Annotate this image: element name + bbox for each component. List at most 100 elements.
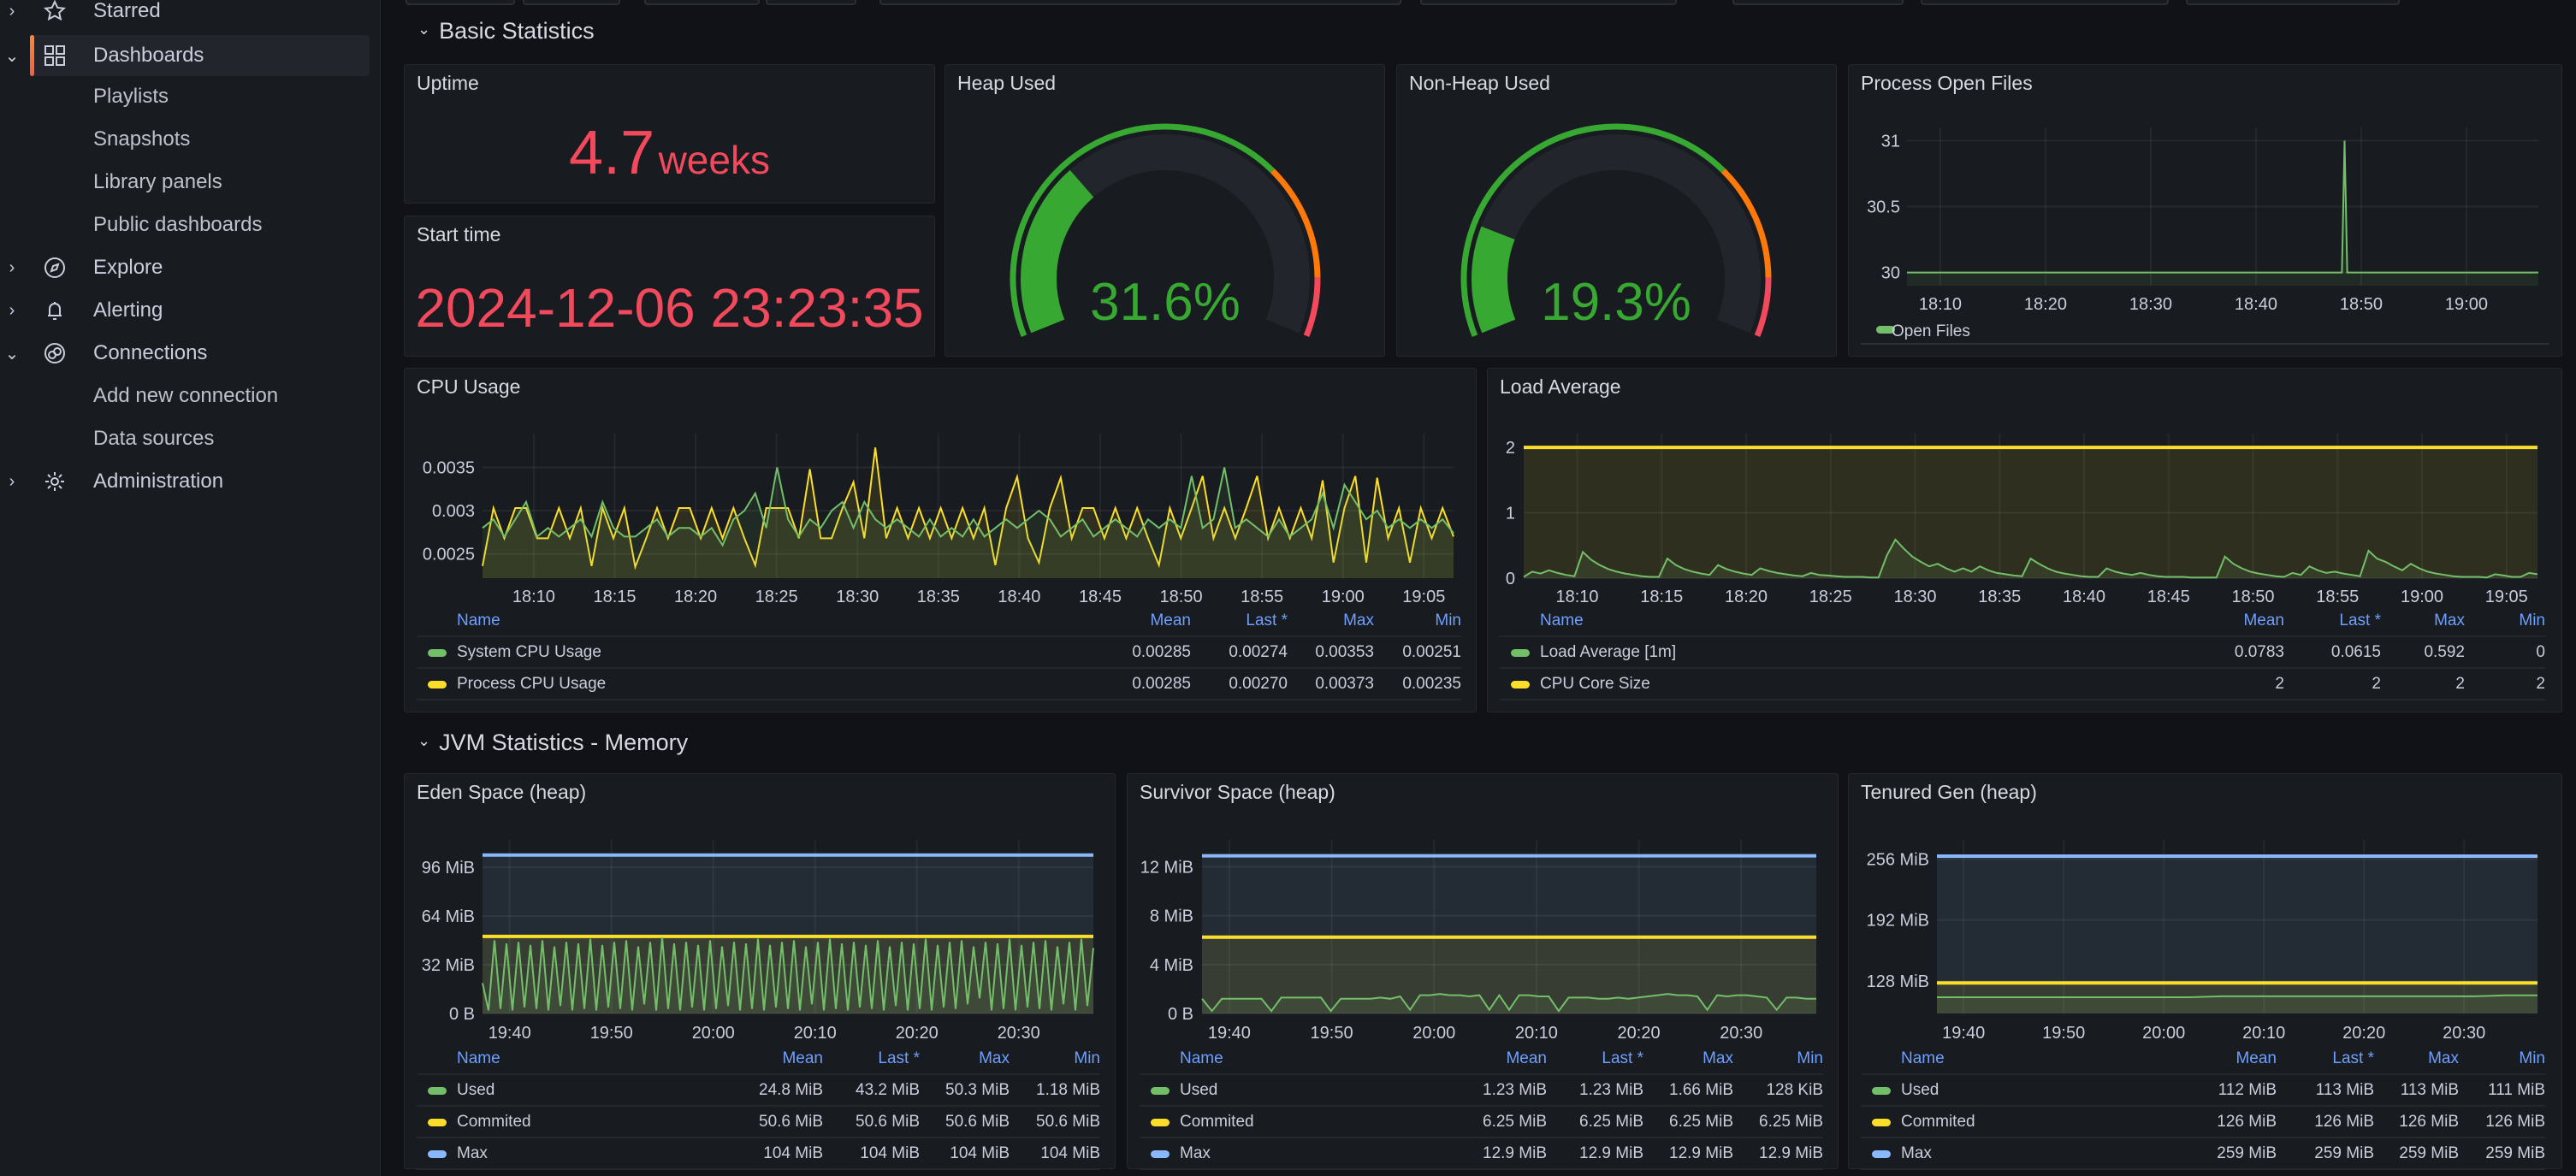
sidebar-item-starred[interactable]: › Starred xyxy=(0,0,376,32)
chevron-right-icon[interactable]: › xyxy=(3,472,21,492)
legend-series-name[interactable]: Load Average [1m] xyxy=(1500,643,2173,662)
legend-series-name[interactable]: Max xyxy=(1861,1144,2165,1163)
sidebar-item-label: Explore xyxy=(93,256,163,279)
chevron-down-icon: ⌄ xyxy=(417,20,431,38)
legend-column-max[interactable]: Max xyxy=(1288,612,1374,630)
chevron-right-icon[interactable]: › xyxy=(3,2,21,21)
legend-row[interactable]: Max 12.9 MiB 12.9 MiB 12.9 MiB 12.9 MiB xyxy=(1140,1138,1823,1170)
legend-row[interactable]: Process CPU Usage 0.00285 0.00270 0.00373 0.… xyxy=(417,669,1461,700)
variable-selector[interactable] xyxy=(406,0,515,5)
legend-stat: 50.6 MiB xyxy=(945,1112,1010,1131)
sidebar-item-snapshots[interactable]: Snapshots xyxy=(0,119,376,160)
legend-series-name[interactable]: Commited xyxy=(1861,1113,2165,1132)
legend-row[interactable]: Max 259 MiB 259 MiB 259 MiB 259 MiB xyxy=(1861,1138,2545,1170)
legend-marker xyxy=(1872,1149,1891,1158)
stat-unit: weeks xyxy=(658,138,770,182)
sidebar-item-playlists[interactable]: Playlists xyxy=(0,76,376,117)
legend-marker xyxy=(1511,680,1530,688)
legend-column-min[interactable]: Min xyxy=(2459,1049,2545,1068)
legend-column-min[interactable]: Min xyxy=(1733,1049,1823,1068)
legend-row[interactable]: System CPU Usage 0.00285 0.00274 0.00353 0.0… xyxy=(417,637,1461,669)
legend-stat: 0.592 xyxy=(2424,642,2465,661)
legend-column-max[interactable]: Max xyxy=(1643,1049,1733,1068)
legend-column-last[interactable]: Last * xyxy=(2277,1049,2374,1068)
variable-selector[interactable] xyxy=(879,0,1401,5)
sidebar-item-public-dashboards[interactable]: Public dashboards xyxy=(0,204,376,245)
legend-row[interactable]: Max 104 MiB 104 MiB 104 MiB 104 MiB xyxy=(417,1138,1100,1170)
legend-column-min[interactable]: Min xyxy=(1010,1049,1100,1068)
row-header-basic-statistics[interactable]: ⌄ Basic Statistics xyxy=(417,15,595,46)
legend-series-name[interactable]: Used xyxy=(417,1081,712,1100)
legend-column-max[interactable]: Max xyxy=(2374,1049,2459,1068)
sidebar-item-library-panels[interactable]: Library panels xyxy=(0,162,376,203)
variable-selector[interactable] xyxy=(644,0,760,5)
legend-series-name[interactable]: CPU Core Size xyxy=(1500,675,2173,694)
sidebar-item-data-sources[interactable]: Data sources xyxy=(0,418,376,459)
chevron-right-icon[interactable]: › xyxy=(3,301,21,321)
legend-column-max[interactable]: Max xyxy=(920,1049,1010,1068)
start-time-value: 2024-12-06 23:23:35 xyxy=(415,277,924,339)
legend-series-name[interactable]: Commited xyxy=(417,1113,712,1132)
legend-column-last[interactable]: Last * xyxy=(823,1049,920,1068)
legend-row[interactable]: Load Average [1m] 0.0783 0.0615 0.592 0 xyxy=(1500,637,2545,669)
variable-selector[interactable] xyxy=(1921,0,2169,5)
legend-column-mean[interactable]: Mean xyxy=(1436,1049,1547,1068)
sidebar-item-explore[interactable]: › Explore xyxy=(0,247,376,288)
legend-stat: 113 MiB xyxy=(2315,1080,2374,1099)
legend-series-name[interactable]: Max xyxy=(417,1144,712,1163)
legend-stat: 0.00353 xyxy=(1315,642,1374,661)
legend-column-last[interactable]: Last * xyxy=(2284,612,2381,630)
legend-series-name[interactable]: Process CPU Usage xyxy=(417,675,1080,694)
legend-row[interactable]: Used 24.8 MiB 43.2 MiB 50.3 MiB 1.18 MiB xyxy=(417,1075,1100,1107)
panel-title: CPU Usage xyxy=(417,375,521,398)
sidebar-item-connections[interactable]: ⌄ Connections xyxy=(0,333,376,374)
variable-selector[interactable] xyxy=(2186,0,2400,5)
legend-column-max[interactable]: Max xyxy=(2381,612,2465,630)
legend-stat: 6.25 MiB xyxy=(1669,1112,1733,1131)
sidebar-item-label: Playlists xyxy=(93,85,169,108)
legend-series-name[interactable]: Used xyxy=(1140,1081,1436,1100)
sidebar-item-add-new-connection[interactable]: Add new connection xyxy=(0,375,376,417)
panel-title: Survivor Space (heap) xyxy=(1140,781,1335,803)
legend-stat: 112 MiB xyxy=(2218,1080,2277,1099)
legend-column-mean[interactable]: Mean xyxy=(1080,612,1191,630)
chevron-down-icon[interactable]: ⌄ xyxy=(3,343,21,364)
legend-series-name[interactable]: Commited xyxy=(1140,1113,1436,1132)
row-header-jvm-memory[interactable]: ⌄ JVM Statistics - Memory xyxy=(417,727,688,758)
legend-item-open-files[interactable]: Open Files xyxy=(1861,319,2549,345)
legend-column-last[interactable]: Last * xyxy=(1547,1049,1643,1068)
legend-marker xyxy=(428,1118,447,1126)
variable-selector[interactable] xyxy=(766,0,856,5)
legend-column-mean[interactable]: Mean xyxy=(2173,612,2284,630)
legend-row[interactable]: Used 112 MiB 113 MiB 113 MiB 111 MiB xyxy=(1861,1075,2545,1107)
legend-row[interactable]: Commited 50.6 MiB 50.6 MiB 50.6 MiB 50.6 MiB xyxy=(417,1107,1100,1138)
legend-column-min[interactable]: Min xyxy=(2465,612,2545,630)
sidebar-item-administration[interactable]: › Administration xyxy=(0,461,376,502)
sidebar-item-alerting[interactable]: › Alerting xyxy=(0,290,376,331)
legend-stat: 104 MiB xyxy=(860,1143,920,1162)
variable-selector[interactable] xyxy=(1420,0,1677,5)
legend-stat: 12.9 MiB xyxy=(1483,1143,1547,1162)
chevron-right-icon[interactable]: › xyxy=(3,258,21,278)
legend-row[interactable]: Used 1.23 MiB 1.23 MiB 1.66 MiB 128 KiB xyxy=(1140,1075,1823,1107)
panel-tenured-gen: Tenured Gen (heap) Name Mean Last * Max Min U… xyxy=(1848,773,2562,1170)
legend-series-name[interactable]: Used xyxy=(1861,1081,2165,1100)
sidebar-item-label: Administration xyxy=(93,470,224,493)
chevron-down-icon[interactable]: ⌄ xyxy=(3,45,21,67)
legend-stat: 1.18 MiB xyxy=(1036,1080,1100,1099)
legend-column-min[interactable]: Min xyxy=(1374,612,1461,630)
variable-selector[interactable] xyxy=(523,0,620,5)
legend-column-mean[interactable]: Mean xyxy=(712,1049,823,1068)
variable-selector[interactable] xyxy=(1732,0,1904,5)
legend-stat: 6.25 MiB xyxy=(1483,1112,1547,1131)
legend-series-name[interactable]: Max xyxy=(1140,1144,1436,1163)
sidebar-item-dashboards[interactable]: ⌄ Dashboards xyxy=(5,35,370,76)
legend-row[interactable]: CPU Core Size 2 2 2 2 xyxy=(1500,669,2545,700)
legend-row[interactable]: Commited 6.25 MiB 6.25 MiB 6.25 MiB 6.25 MiB xyxy=(1140,1107,1823,1138)
legend-column-mean[interactable]: Mean xyxy=(2165,1049,2277,1068)
legend-series-name[interactable]: System CPU Usage xyxy=(417,643,1080,662)
legend-stat: 43.2 MiB xyxy=(856,1080,920,1099)
legend-column-last[interactable]: Last * xyxy=(1191,612,1288,630)
legend-table: Name Mean Last * Max Min System CPU Usage 0.00… xyxy=(417,606,1461,700)
legend-row[interactable]: Commited 126 MiB 126 MiB 126 MiB 126 MiB xyxy=(1861,1107,2545,1138)
